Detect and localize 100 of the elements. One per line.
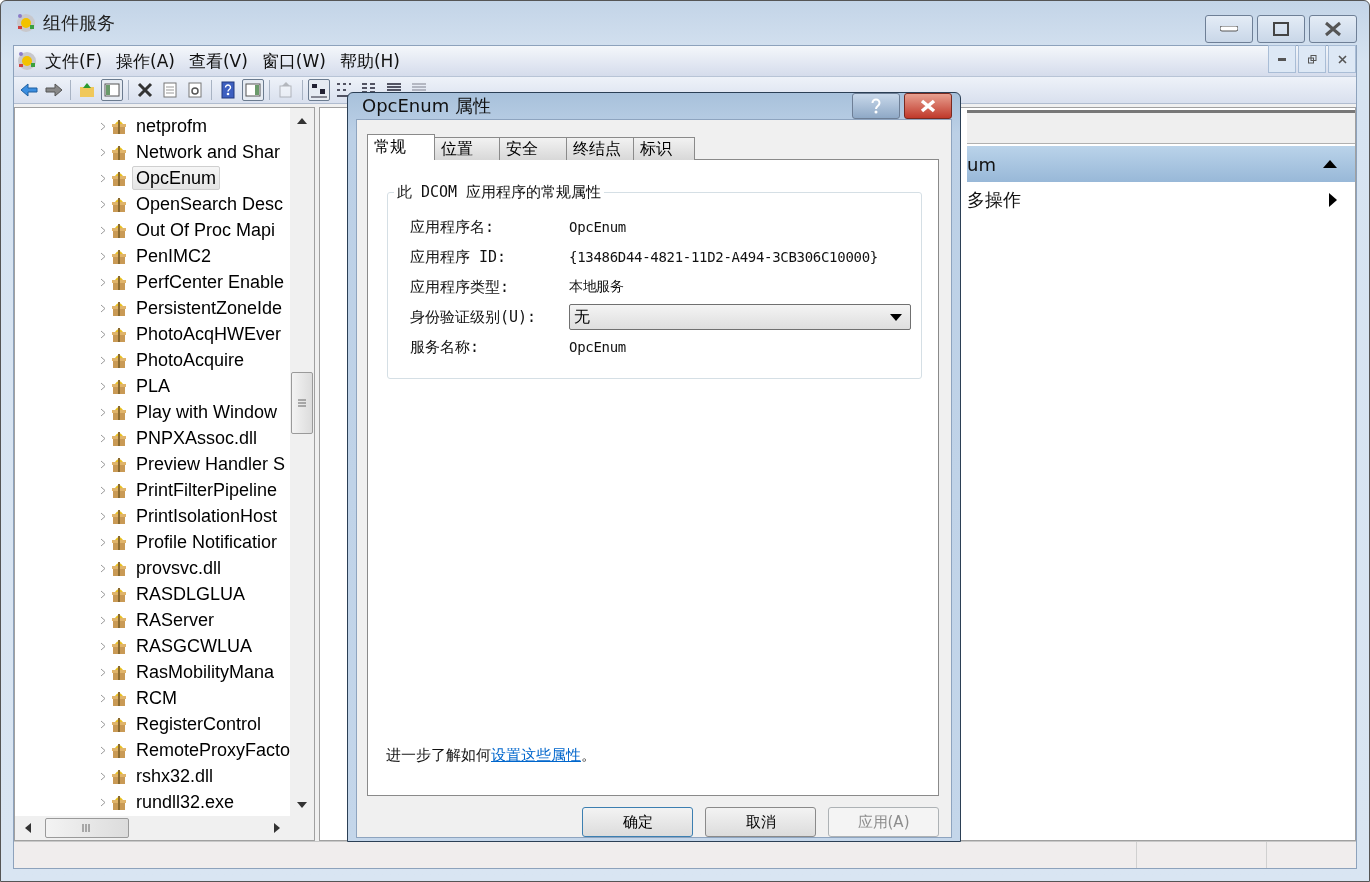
tree-item[interactable]: OpcEnum (132, 166, 221, 190)
scroll-down-icon[interactable] (297, 802, 307, 808)
package-icon (111, 741, 127, 759)
large-icons-icon[interactable] (308, 79, 330, 101)
expand-icon[interactable] (100, 433, 106, 443)
tab[interactable]: 标识 (633, 137, 695, 160)
close-button[interactable] (1309, 15, 1357, 43)
tree-item[interactable]: Network and Shar (132, 140, 285, 164)
expand-icon[interactable] (100, 459, 106, 469)
scroll-thumb[interactable] (45, 818, 129, 838)
tree-item[interactable]: RegisterControl (132, 712, 266, 736)
vertical-scrollbar[interactable] (290, 108, 314, 816)
expand-icon[interactable] (100, 537, 106, 547)
expand-icon[interactable] (100, 199, 106, 209)
expand-icon[interactable] (100, 563, 106, 573)
tree-item[interactable]: Out Of Proc Mapi (132, 218, 280, 242)
tree-pane-icon[interactable] (101, 79, 123, 101)
expand-icon[interactable] (100, 745, 106, 755)
tree-item[interactable]: netprofm (132, 114, 212, 138)
submenu-icon[interactable] (1329, 193, 1337, 207)
tree-item[interactable]: provsvc.dll (132, 556, 226, 580)
expand-icon[interactable] (100, 719, 106, 729)
help-link[interactable]: 设置这些属性 (491, 746, 581, 764)
restore-button[interactable] (1298, 45, 1326, 73)
scroll-up-icon[interactable] (297, 118, 307, 124)
expand-icon[interactable] (100, 797, 106, 807)
scroll-right-icon[interactable] (274, 823, 280, 833)
tab[interactable]: 安全 (499, 137, 567, 160)
menu-item[interactable]: 帮助(H) (332, 49, 407, 73)
action-item[interactable]: 多操作 (967, 188, 1021, 212)
tree-item[interactable]: PNPXAssoc.dll (132, 426, 262, 450)
package-icon (111, 637, 127, 655)
expand-icon[interactable] (100, 277, 106, 287)
action-pane-icon[interactable] (242, 79, 264, 101)
expand-icon[interactable] (100, 355, 106, 365)
collapse-icon[interactable] (1323, 160, 1337, 168)
tree-item[interactable]: PhotoAcquire (132, 348, 249, 372)
tree-item[interactable]: rshx32.dll (132, 764, 218, 788)
expand-icon[interactable] (100, 173, 106, 183)
tree-item[interactable]: RCM (132, 686, 181, 710)
minimize-button[interactable] (1205, 15, 1253, 43)
scroll-thumb[interactable] (291, 372, 313, 434)
tree-item[interactable]: PerfCenter Enable (132, 270, 289, 294)
expand-icon[interactable] (100, 381, 106, 391)
tree-item[interactable]: RASDLGLUA (132, 582, 250, 606)
tree-item[interactable]: Profile Notificatior (132, 530, 282, 554)
tree-item[interactable]: RasMobilityMana (132, 660, 279, 684)
expand-icon[interactable] (100, 251, 106, 261)
expand-icon[interactable] (100, 641, 106, 651)
tab[interactable]: 常规 (367, 134, 435, 160)
expand-icon[interactable] (100, 147, 106, 157)
package-icon (111, 793, 127, 811)
tab[interactable]: 终结点 (566, 137, 634, 160)
window-title: 组件服务 (43, 11, 116, 35)
tree-item[interactable]: Play with Window (132, 400, 282, 424)
expand-icon[interactable] (100, 615, 106, 625)
tree-item[interactable]: PLA (132, 374, 175, 398)
menu-item[interactable]: 文件(F) (38, 49, 110, 73)
tree-item[interactable]: rundll32.exe (132, 790, 239, 814)
tree-item[interactable]: PrintIsolationHost (132, 504, 282, 528)
expand-icon[interactable] (100, 407, 106, 417)
dialog-button[interactable]: 确定 (582, 807, 693, 837)
horizontal-scrollbar[interactable] (15, 816, 314, 840)
expand-icon[interactable] (100, 771, 106, 781)
expand-icon[interactable] (100, 667, 106, 677)
tree-item[interactable]: Preview Handler S (132, 452, 290, 476)
tree-item[interactable]: OpenSearch Desc (132, 192, 288, 216)
expand-icon[interactable] (100, 121, 106, 131)
expand-icon[interactable] (100, 329, 106, 339)
actions-header[interactable]: um (967, 146, 1355, 182)
tab[interactable]: 位置 (434, 137, 500, 160)
tree-item[interactable]: RAServer (132, 608, 219, 632)
package-icon (111, 533, 127, 551)
package-icon (111, 715, 127, 733)
help-button[interactable] (852, 93, 900, 119)
expand-icon[interactable] (100, 303, 106, 313)
tree-item[interactable]: RASGCWLUA (132, 634, 256, 658)
tree-item[interactable]: PenIMC2 (132, 244, 216, 268)
scroll-left-icon[interactable] (25, 823, 31, 833)
expand-icon[interactable] (100, 693, 106, 703)
menu-item[interactable]: 操作(A) (109, 49, 182, 73)
menu-item[interactable]: 查看(V) (181, 49, 255, 73)
menu-item[interactable]: 窗口(W) (254, 49, 333, 73)
package-icon (111, 377, 127, 395)
expand-icon[interactable] (100, 485, 106, 495)
tree-item[interactable]: PersistentZoneIde (132, 296, 287, 320)
tree-item[interactable]: RemoteProxyFacto (132, 738, 290, 762)
tree-item[interactable]: PrintFilterPipeline (132, 478, 282, 502)
expand-icon[interactable] (100, 225, 106, 235)
minimize-button[interactable] (1268, 45, 1296, 73)
field-label: 服务名称: (410, 337, 481, 357)
close-button[interactable] (904, 93, 952, 119)
dropdown[interactable]: 无 (569, 304, 911, 330)
maximize-button[interactable] (1257, 15, 1305, 43)
dialog-button[interactable]: 取消 (705, 807, 816, 837)
expand-icon[interactable] (100, 589, 106, 599)
package-icon (111, 507, 127, 525)
package-icon (111, 325, 127, 343)
expand-icon[interactable] (100, 511, 106, 521)
tree-item[interactable]: PhotoAcqHWEver (132, 322, 286, 346)
